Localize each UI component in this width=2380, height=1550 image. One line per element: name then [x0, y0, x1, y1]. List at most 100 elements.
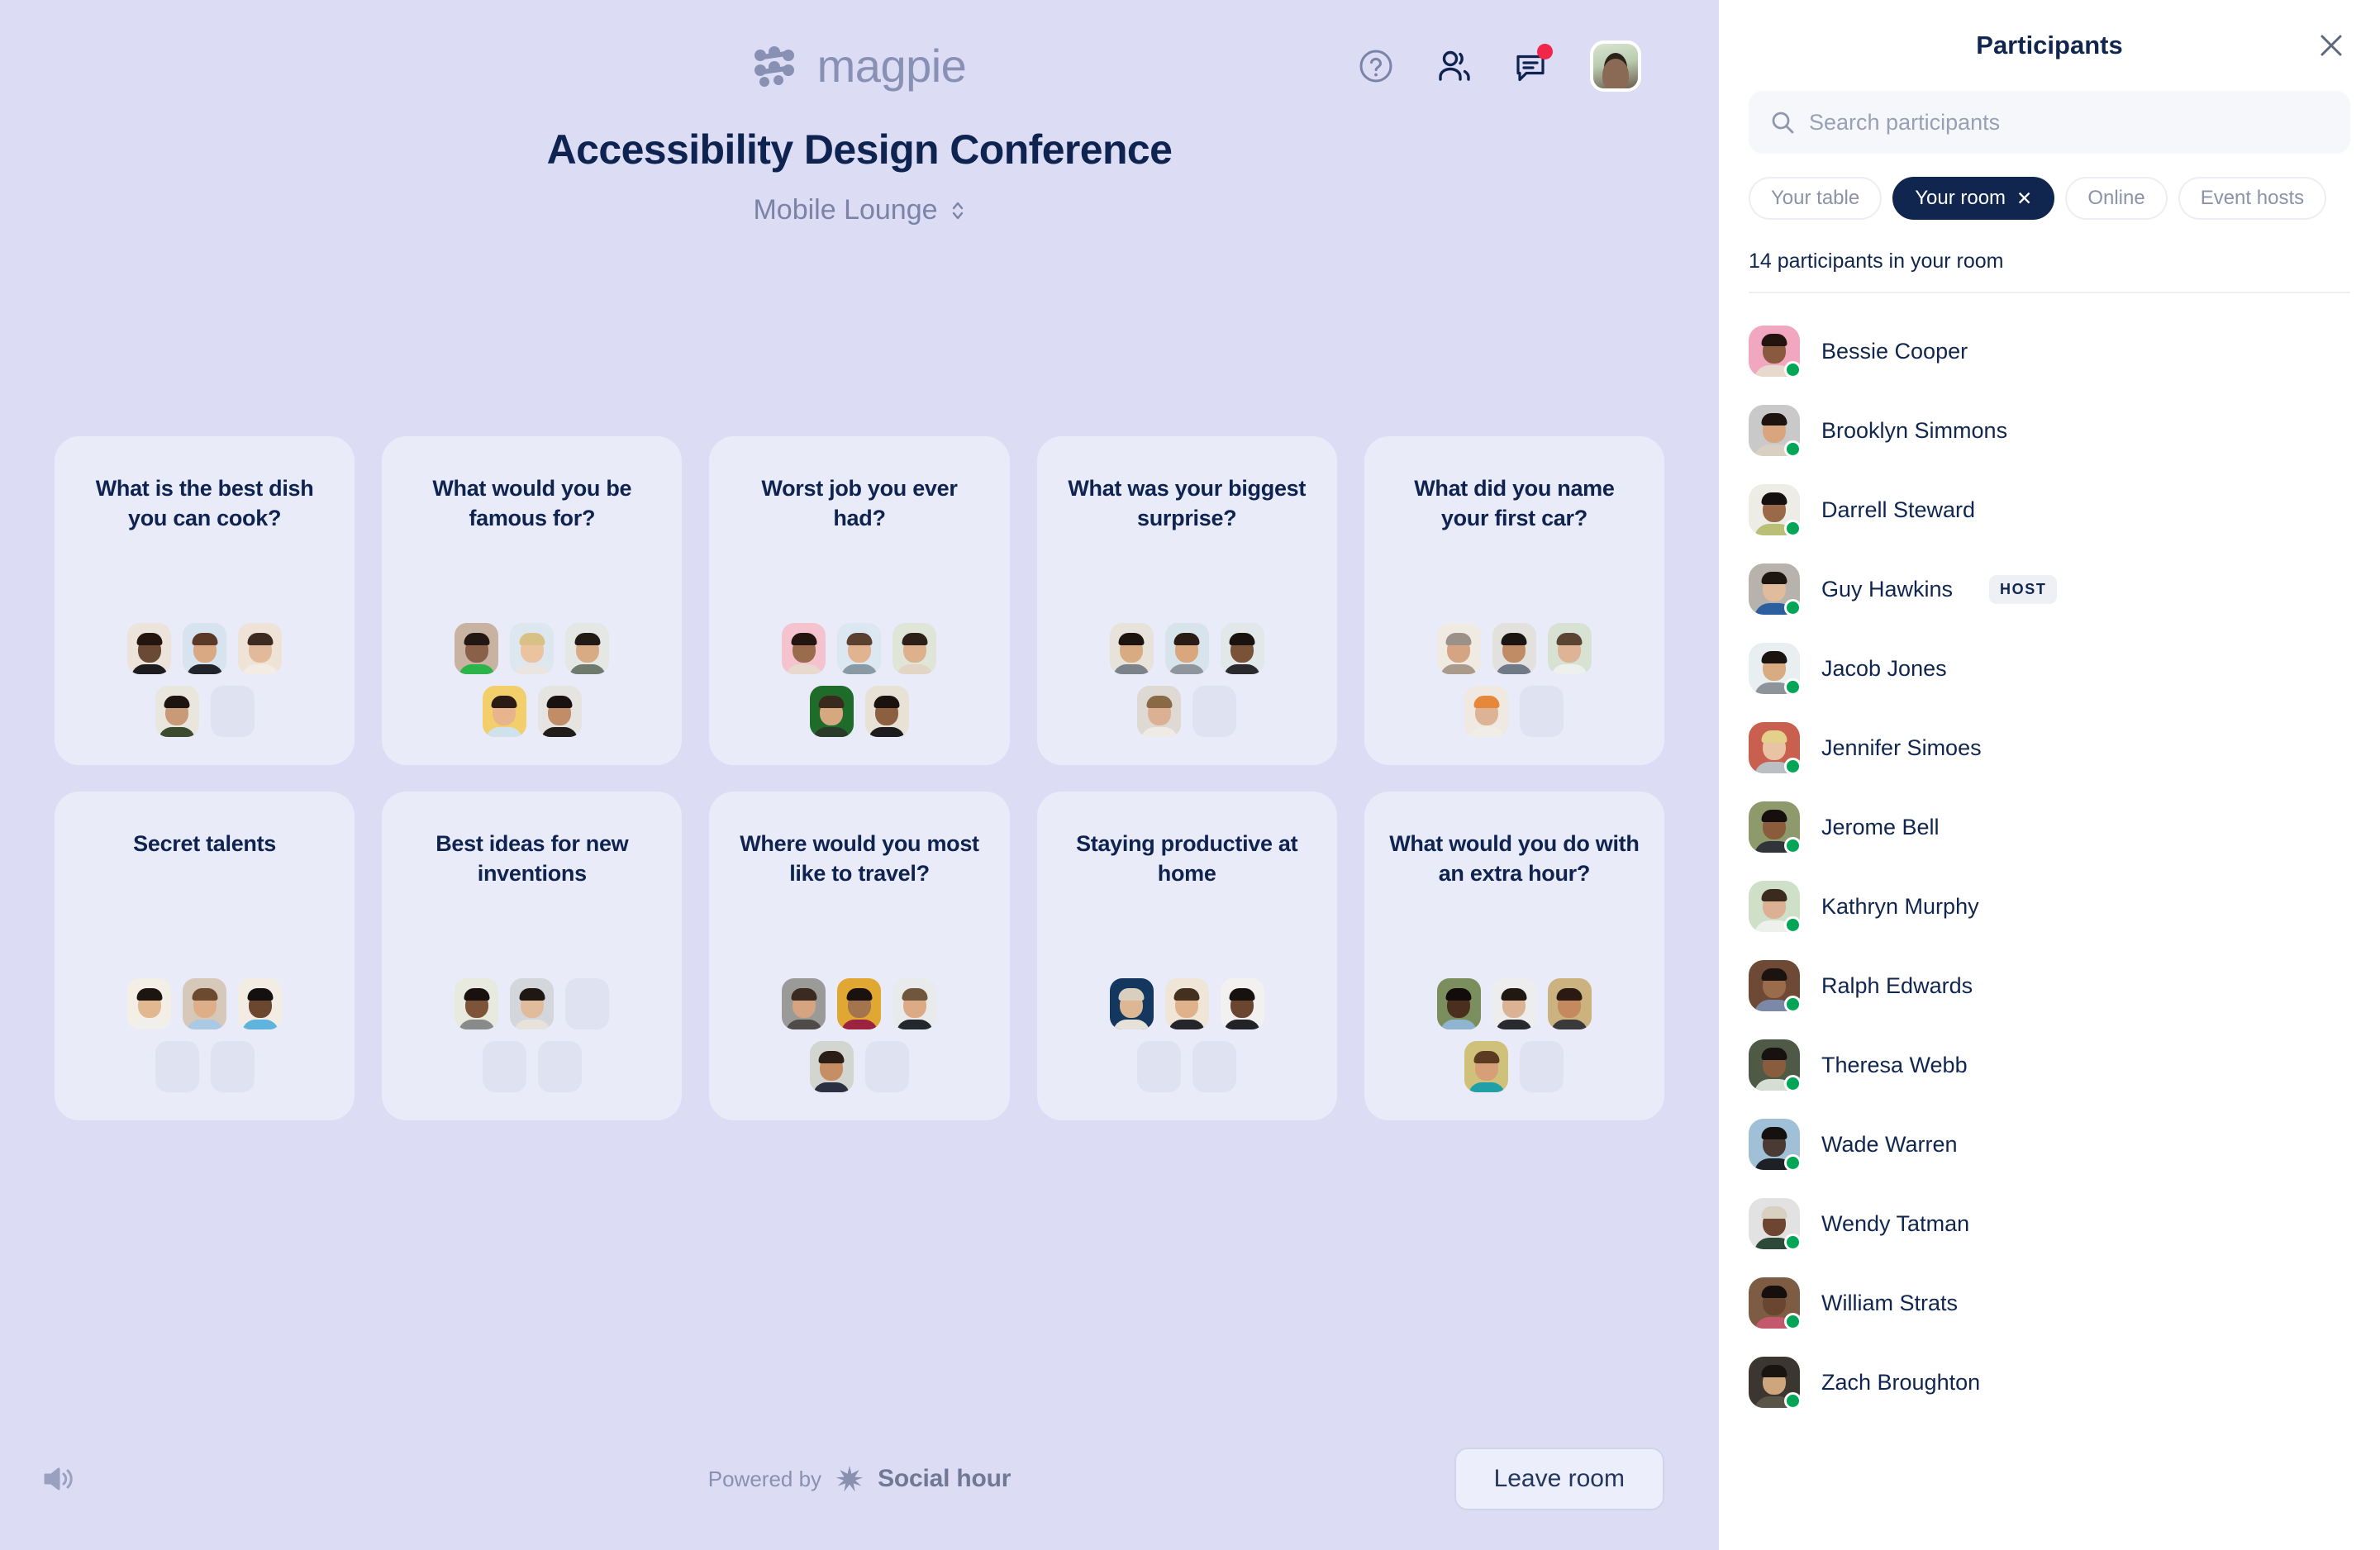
seat-occupied[interactable]: [127, 978, 172, 1029]
seat-occupied[interactable]: [1137, 686, 1182, 737]
seat-occupied[interactable]: [455, 978, 499, 1029]
seat-occupied[interactable]: [1436, 623, 1481, 674]
filter-chip[interactable]: Online: [2065, 177, 2168, 220]
topic-card[interactable]: What would you be famous for?: [382, 436, 683, 765]
seat-empty[interactable]: [864, 1041, 909, 1092]
topic-card[interactable]: What would you do with an extra hour?: [1364, 792, 1664, 1120]
participant-name: Bessie Cooper: [1821, 338, 1968, 364]
seat-empty[interactable]: [565, 978, 610, 1029]
seat-occupied[interactable]: [183, 623, 227, 674]
list-item[interactable]: Wendy Tatman: [1749, 1184, 2350, 1263]
seat-occupied[interactable]: [510, 623, 555, 674]
topic-card[interactable]: Where would you most like to travel?: [709, 792, 1010, 1120]
seat-occupied[interactable]: [1164, 978, 1209, 1029]
seat-occupied[interactable]: [1492, 623, 1536, 674]
seat-occupied[interactable]: [482, 686, 526, 737]
close-small-icon[interactable]: ✕: [2016, 188, 2032, 208]
seat-occupied[interactable]: [455, 623, 499, 674]
seat-occupied[interactable]: [183, 978, 227, 1029]
seat-occupied[interactable]: [238, 623, 283, 674]
list-item[interactable]: Jerome Bell: [1749, 787, 2350, 867]
seat-occupied[interactable]: [892, 623, 937, 674]
list-item[interactable]: Kathryn Murphy: [1749, 867, 2350, 946]
leave-room-button[interactable]: Leave room: [1454, 1448, 1664, 1510]
seat-empty[interactable]: [1137, 1041, 1182, 1092]
list-item[interactable]: William Strats: [1749, 1263, 2350, 1343]
list-item[interactable]: Zach Broughton: [1749, 1343, 2350, 1422]
seat-occupied[interactable]: [1109, 623, 1154, 674]
avatar: [1749, 643, 1802, 696]
topic-card[interactable]: Best ideas for new inventions: [382, 792, 683, 1120]
list-item[interactable]: Ralph Edwards: [1749, 946, 2350, 1025]
filter-chip[interactable]: Event hosts: [2178, 177, 2327, 220]
topic-card[interactable]: What is the best dish you can cook?: [55, 436, 355, 765]
seat-empty[interactable]: [1520, 686, 1564, 737]
topic-card[interactable]: Worst job you ever had?: [709, 436, 1010, 765]
seat-empty[interactable]: [1192, 686, 1237, 737]
seat-occupied[interactable]: [837, 623, 882, 674]
close-icon[interactable]: [2317, 31, 2345, 59]
seat-empty[interactable]: [210, 686, 255, 737]
seat-occupied[interactable]: [892, 978, 937, 1029]
speaker-icon[interactable]: [38, 1459, 78, 1499]
online-status-dot: [1784, 1392, 1802, 1410]
list-item[interactable]: Bessie Cooper: [1749, 311, 2350, 391]
seat-occupied[interactable]: [1464, 686, 1509, 737]
seat-row: [79, 623, 330, 674]
help-circle-icon[interactable]: [1357, 47, 1395, 85]
list-item[interactable]: Theresa Webb: [1749, 1025, 2350, 1105]
seat-occupied[interactable]: [1220, 978, 1264, 1029]
seat-grid: [1062, 623, 1312, 744]
seat-occupied[interactable]: [1164, 623, 1209, 674]
seat-empty[interactable]: [1192, 1041, 1237, 1092]
powered-by: Powered by Social hour: [708, 1465, 1011, 1493]
seat-occupied[interactable]: [837, 978, 882, 1029]
seat-empty[interactable]: [155, 1041, 199, 1092]
search-input[interactable]: [1809, 109, 2329, 136]
seat-occupied[interactable]: [565, 623, 610, 674]
topic-card[interactable]: Secret talents: [55, 792, 355, 1120]
seat-empty[interactable]: [210, 1041, 255, 1092]
seat-occupied[interactable]: [537, 686, 582, 737]
topic-title: Worst job you ever had?: [761, 476, 958, 530]
seat-occupied[interactable]: [127, 623, 172, 674]
seat-empty[interactable]: [482, 1041, 526, 1092]
seat-occupied[interactable]: [1464, 1041, 1509, 1092]
seat-occupied[interactable]: [1492, 978, 1536, 1029]
participant-list: Bessie Cooper Brooklyn Simmons Darrell Ste…: [1719, 293, 2380, 1550]
seat-occupied[interactable]: [1436, 978, 1481, 1029]
participant-name: Jerome Bell: [1821, 814, 1940, 839]
seat-empty[interactable]: [537, 1041, 582, 1092]
topic-card[interactable]: Staying productive at home: [1036, 792, 1337, 1120]
seat-occupied[interactable]: [1109, 978, 1154, 1029]
seat-occupied[interactable]: [864, 686, 909, 737]
filter-chip[interactable]: Your room ✕: [1892, 177, 2055, 220]
list-item[interactable]: Brooklyn Simmons: [1749, 391, 2350, 470]
people-icon[interactable]: [1435, 47, 1473, 85]
seat-occupied[interactable]: [809, 1041, 854, 1092]
avatar[interactable]: [1590, 40, 1641, 92]
seat-occupied[interactable]: [1547, 978, 1592, 1029]
search-box[interactable]: [1749, 91, 2350, 154]
list-item[interactable]: Wade Warren: [1749, 1105, 2350, 1184]
seat-occupied[interactable]: [1220, 623, 1264, 674]
filter-chip[interactable]: Your table: [1749, 177, 1883, 220]
seat-occupied[interactable]: [510, 978, 555, 1029]
seat-occupied[interactable]: [238, 978, 283, 1029]
list-item[interactable]: Guy Hawkins HOST: [1749, 549, 2350, 629]
seat-empty[interactable]: [1520, 1041, 1564, 1092]
seat-occupied[interactable]: [782, 978, 826, 1029]
seat-occupied[interactable]: [809, 686, 854, 737]
topic-card[interactable]: What was your biggest surprise?: [1036, 436, 1337, 765]
list-item[interactable]: Jacob Jones: [1749, 629, 2350, 708]
seat-row: [734, 623, 984, 674]
seat-occupied[interactable]: [782, 623, 826, 674]
chat-bubble-icon[interactable]: [1512, 44, 1553, 85]
list-item[interactable]: Darrell Steward: [1749, 470, 2350, 549]
topic-card[interactable]: What did you name your first car?: [1364, 436, 1664, 765]
room-switcher[interactable]: Mobile Lounge: [753, 194, 965, 226]
seat-occupied[interactable]: [1547, 623, 1592, 674]
list-item[interactable]: Jennifer Simoes: [1749, 708, 2350, 787]
seat-occupied[interactable]: [155, 686, 199, 737]
participant-name: Guy Hawkins: [1821, 576, 1954, 601]
